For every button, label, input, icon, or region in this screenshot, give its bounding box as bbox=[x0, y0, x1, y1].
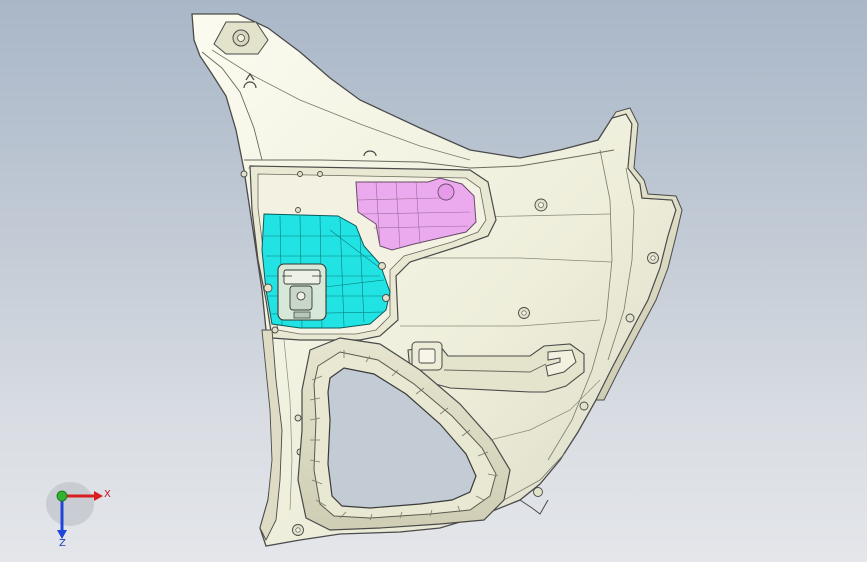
z-axis-label: Z bbox=[59, 538, 66, 548]
y-axis-dot bbox=[56, 490, 68, 502]
cad-viewport[interactable]: X Z bbox=[0, 0, 867, 562]
triad-base-shadow bbox=[46, 482, 94, 526]
speaker-connector-housing[interactable] bbox=[277, 263, 327, 321]
axis-triad: X Z bbox=[46, 482, 111, 548]
x-axis-label: X bbox=[104, 489, 111, 500]
door-trim-panel-model[interactable] bbox=[0, 0, 867, 562]
pink-bracket-boss bbox=[437, 183, 455, 201]
lower-contour-line bbox=[519, 499, 549, 515]
